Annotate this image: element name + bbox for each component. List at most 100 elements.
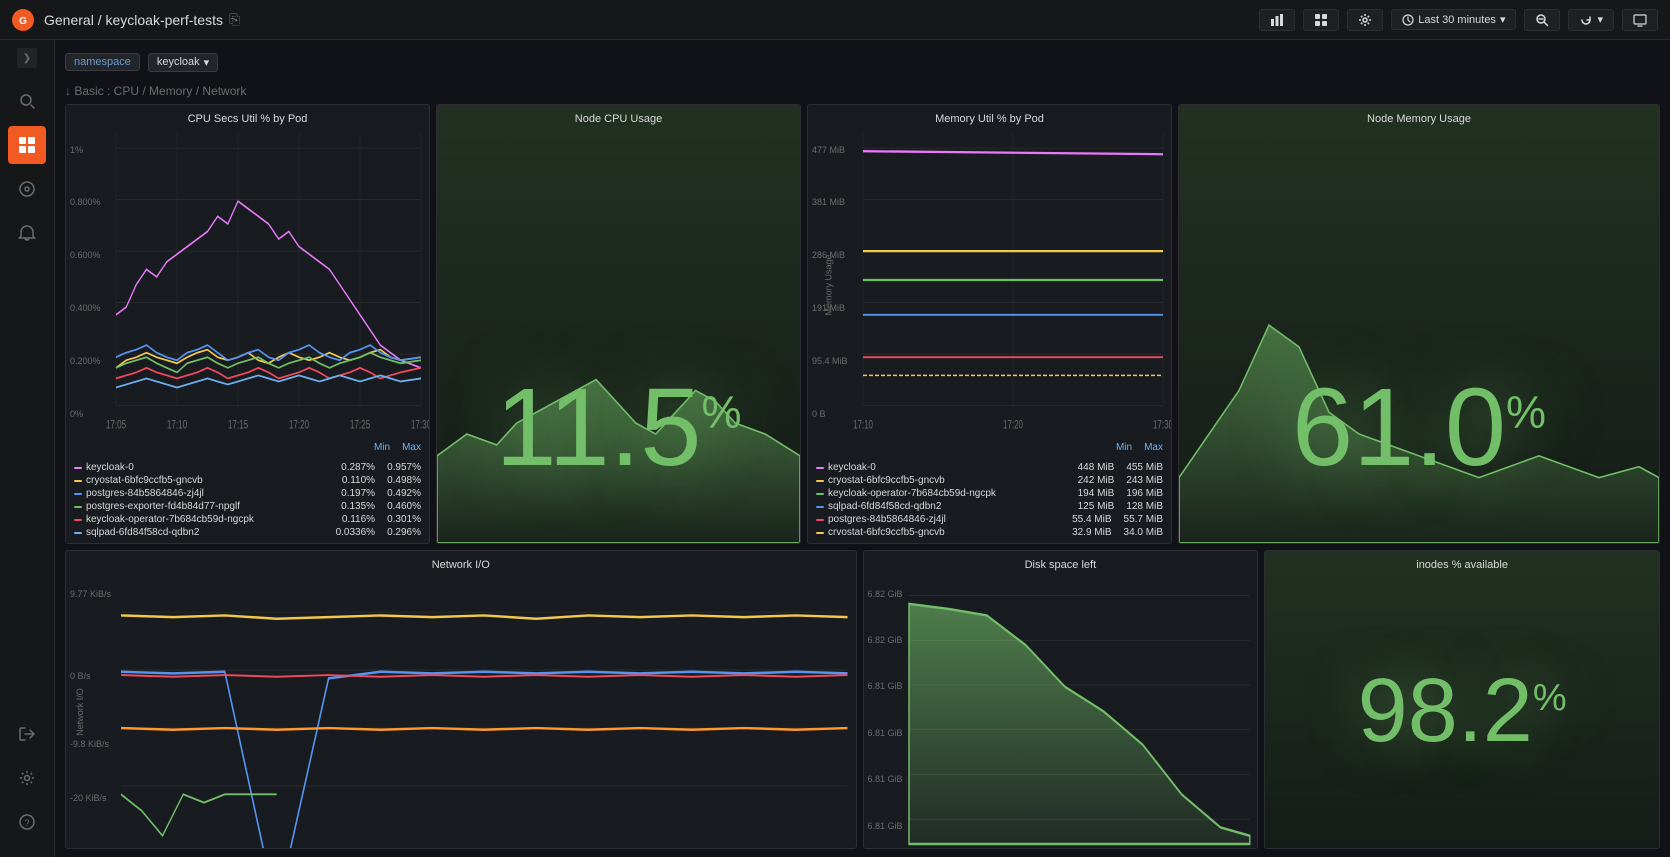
bar-chart-button[interactable] <box>1259 9 1295 31</box>
svg-text:G: G <box>19 16 27 27</box>
legend-color-3 <box>74 506 82 508</box>
svg-text:17:10: 17:10 <box>853 419 873 432</box>
disk-y-0: 6.82 GiB <box>868 589 903 599</box>
cpu-secs-title: CPU Secs Util % by Pod <box>66 105 429 129</box>
disk-y-2: 6.81 GiB <box>868 681 903 691</box>
legend-color-5 <box>74 532 82 534</box>
main-layout: ❯ ? namespace <box>0 40 1670 857</box>
memory-legend: keycloak-0 448 MiB455 MiB cryostat-6bfc9… <box>808 457 1171 543</box>
disk-y-3: 6.81 GiB <box>868 728 903 738</box>
mem-legend-2: keycloak-operator-7b684cb59d-ngcpk 194 M… <box>816 487 1163 500</box>
legend-row-2: postgres-84b5864846-zj4jl 0.197%0.492% <box>74 487 421 500</box>
sidebar-item-alerts[interactable] <box>8 214 46 252</box>
time-range-button[interactable]: Last 30 minutes ▾ <box>1391 9 1516 30</box>
network-io-chart: Network I/O 9.77 KiB/s 0 B/s -9.8 KiB/s … <box>66 575 856 848</box>
cpu-secs-svg: 17:05 17:10 17:15 17:20 17:25 17:30 <box>116 133 421 436</box>
svg-text:17:05: 17:05 <box>106 419 127 432</box>
node-cpu-value: 11.5% <box>437 373 800 483</box>
breadcrumb: General / keycloak-perf-tests ⎘ <box>44 11 240 28</box>
sidebar-item-search[interactable] <box>8 82 46 120</box>
mem-legend-5: crvostat-6bfc9ccfb5-gncvb 32.9 MiB34.0 M… <box>816 526 1163 539</box>
sidebar-item-explore[interactable] <box>8 170 46 208</box>
bottom-panels-grid: Network I/O Network I/O 9.77 KiB/s 0 B/s… <box>65 550 1660 849</box>
sidebar: ❯ ? <box>0 40 55 857</box>
refresh-button[interactable]: ▾ <box>1568 9 1614 31</box>
svg-text:17:20: 17:20 <box>289 419 310 432</box>
node-memory-title: Node Memory Usage <box>1179 105 1659 129</box>
mem-legend-color-3 <box>816 506 824 508</box>
disk-y-4: 6.81 GiB <box>868 774 903 784</box>
cpu-legend: keycloak-0 0.287%0.957% cryostat-6bfc9cc… <box>66 457 429 543</box>
svg-text:17:15: 17:15 <box>228 419 249 432</box>
svg-text:17:30: 17:30 <box>411 419 429 432</box>
tv-mode-button[interactable] <box>1622 9 1658 31</box>
sidebar-item-dashboards[interactable] <box>8 126 46 164</box>
section-header: ↓ Basic : CPU / Memory / Network <box>65 84 1660 98</box>
disk-space-title: Disk space left <box>864 551 1258 575</box>
node-memory-unit: % <box>1506 386 1546 437</box>
svg-text:?: ? <box>24 818 29 828</box>
inodes-content: 98.2% <box>1265 575 1659 848</box>
sidebar-collapse-button[interactable]: ❯ <box>17 48 37 68</box>
mem-legend-4: postgres-84b5864846-zj4jl 55.4 MiB55.7 M… <box>816 513 1163 526</box>
memory-util-panel: Memory Util % by Pod Memory Usage 477 Mi… <box>807 104 1172 544</box>
mem-y-1: 381 MiB <box>812 197 845 207</box>
node-cpu-title: Node CPU Usage <box>437 105 800 129</box>
zoom-out-button[interactable] <box>1524 9 1560 31</box>
legend-row-1: cryostat-6bfc9ccfb5-gncvb 0.110%0.498% <box>74 474 421 487</box>
topbar-actions: Last 30 minutes ▾ ▾ <box>1259 9 1658 31</box>
legend-row-5: sqlpad-6fd84f58cd-qdbn2 0.0336%0.296% <box>74 526 421 539</box>
network-io-panel: Network I/O Network I/O 9.77 KiB/s 0 B/s… <box>65 550 857 849</box>
disk-y-5: 6.81 GiB <box>868 821 903 831</box>
mem-y-3: 191 MiB <box>812 303 845 313</box>
sidebar-item-help[interactable]: ? <box>8 803 46 841</box>
mem-legend-color-4 <box>816 519 824 521</box>
app-logo: G <box>12 9 34 31</box>
mem-legend-header: Min Max <box>808 440 1171 455</box>
inodes-title: inodes % available <box>1265 551 1659 575</box>
node-memory-panel: Node Memory Usage 61.0% <box>1178 104 1660 544</box>
cpu-secs-chart: 1% 0.800% 0.600% 0.400% 0.200% 0% <box>66 129 429 440</box>
dashboard-settings-button[interactable] <box>1303 9 1339 31</box>
svg-text:17:20: 17:20 <box>1003 419 1023 432</box>
network-io-title: Network I/O <box>66 551 856 575</box>
disk-space-chart: 6.82 GiB 6.82 GiB 6.81 GiB 6.81 GiB 6.81… <box>864 575 1258 848</box>
cpu-secs-panel: CPU Secs Util % by Pod 1% 0.800% 0.600% … <box>65 104 430 544</box>
legend-row-3: postgres-exporter-fd4b84d77-npglf 0.135%… <box>74 500 421 513</box>
svg-text:17:25: 17:25 <box>350 419 371 432</box>
namespace-filter-tag[interactable]: namespace <box>65 53 140 71</box>
net-y-0: 9.77 KiB/s <box>70 589 111 599</box>
legend-color-0 <box>74 467 82 469</box>
y-label-06pct: 0.600% <box>70 250 101 260</box>
legend-color-2 <box>74 493 82 495</box>
node-cpu-unit: % <box>701 386 741 437</box>
mem-legend-1: cryostat-6bfc9ccfb5-gncvb 242 MiB243 MiB <box>816 474 1163 487</box>
mem-legend-0: keycloak-0 448 MiB455 MiB <box>816 461 1163 474</box>
node-cpu-content: 11.5% <box>437 129 800 543</box>
y-label-04pct: 0.400% <box>70 303 101 313</box>
keycloak-filter-dropdown[interactable]: keycloak ▾ <box>148 53 218 72</box>
node-memory-content: 61.0% <box>1179 129 1659 543</box>
svg-text:17:10: 17:10 <box>167 419 188 432</box>
sidebar-item-exit[interactable] <box>8 715 46 753</box>
memory-util-chart: Memory Usage 477 MiB 381 MiB 286 MiB 191… <box>808 129 1171 440</box>
inodes-value: 98.2% <box>1358 660 1567 763</box>
y-label-08pct: 0.800% <box>70 197 101 207</box>
inodes-panel: inodes % available 98.2% <box>1264 550 1660 849</box>
legend-row-4: keycloak-operator-7b684cb59d-ngcpk 0.116… <box>74 513 421 526</box>
net-y-1: 0 B/s <box>70 671 91 681</box>
sidebar-item-config[interactable] <box>8 759 46 797</box>
node-memory-value: 61.0% <box>1179 373 1659 483</box>
mem-legend-color-5 <box>816 532 824 534</box>
cpu-legend-header: Min Max <box>66 440 429 455</box>
mem-legend-3: sqlpad-6fd84f58cd-qdbn2 125 MiB128 MiB <box>816 500 1163 513</box>
y-label-0pct: 0% <box>70 409 83 419</box>
settings-button[interactable] <box>1347 9 1383 31</box>
legend-color-4 <box>74 519 82 521</box>
disk-y-1: 6.82 GiB <box>868 635 903 645</box>
mem-y-0: 477 MiB <box>812 145 845 155</box>
net-y-3: -20 KiB/s <box>70 793 107 803</box>
memory-util-title: Memory Util % by Pod <box>808 105 1171 129</box>
topbar: G General / keycloak-perf-tests ⎘ Last 3… <box>0 0 1670 40</box>
y-label-1pct: 1% <box>70 145 83 155</box>
